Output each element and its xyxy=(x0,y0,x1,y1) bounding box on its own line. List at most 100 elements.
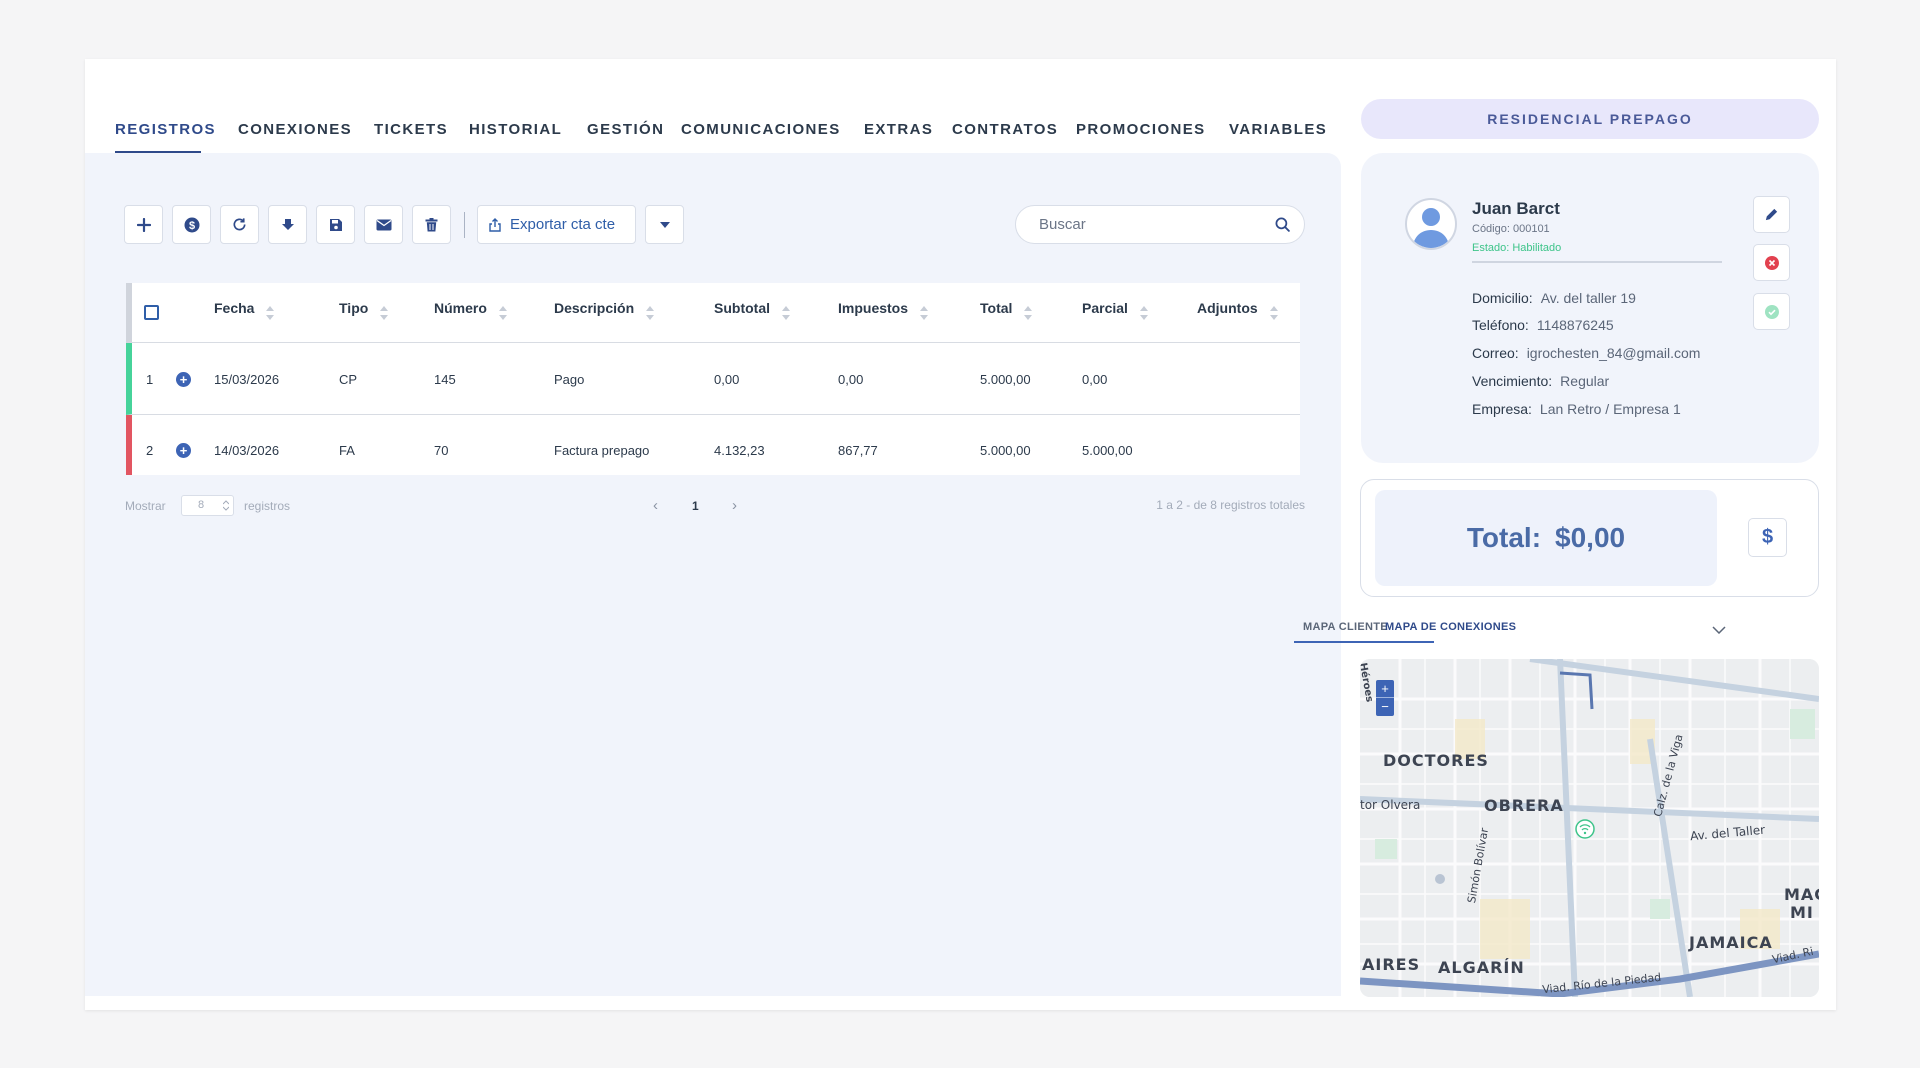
export-account-button[interactable]: Exportar cta cte xyxy=(477,205,637,244)
pencil-icon xyxy=(1765,208,1778,221)
tab-registros[interactable]: REGISTROS xyxy=(115,121,216,138)
tab-mapa-cliente[interactable]: MAPA CLIENTE xyxy=(1303,621,1388,633)
page-size-value: 8 xyxy=(198,499,205,511)
column-total[interactable]: Total xyxy=(980,300,1033,320)
total-display: Total: $0,00 xyxy=(1375,490,1717,586)
chevron-down-icon[interactable] xyxy=(1712,626,1726,634)
cell-total: 5.000,00 xyxy=(980,443,1031,458)
show-label: Mostrar xyxy=(125,499,166,513)
map-label-algarin: ALGARÍN xyxy=(1438,958,1525,977)
trash-icon xyxy=(425,217,438,231)
toolbar: $ Exportar cta cte xyxy=(124,205,685,244)
cell-total: 5.000,00 xyxy=(980,372,1031,387)
column-descripcion-label: Descripción xyxy=(554,300,635,316)
export-options-dropdown[interactable] xyxy=(645,205,685,244)
cell-tipo: FA xyxy=(339,443,355,458)
sort-icon xyxy=(1269,306,1279,322)
field-domicilio: Domicilio: Av. del taller 19 xyxy=(1472,290,1636,306)
enable-client-button[interactable] xyxy=(1753,293,1790,330)
plus-icon xyxy=(136,217,151,232)
cell-descripcion: Pago xyxy=(554,372,585,387)
zoom-out-button[interactable]: − xyxy=(1376,698,1394,716)
check-circle-icon xyxy=(1764,304,1779,319)
connections-map[interactable]: + − Héroes DOCTORES OBRERA tor Olvera Si… xyxy=(1360,659,1819,997)
refresh-icon xyxy=(233,218,246,231)
search-icon[interactable] xyxy=(1275,217,1290,232)
zoom-in-button[interactable]: + xyxy=(1376,680,1394,698)
map-label-jamaica: JAMAICA xyxy=(1689,933,1773,952)
share-icon xyxy=(489,217,501,232)
delete-button[interactable] xyxy=(412,205,451,244)
edit-client-button[interactable] xyxy=(1753,196,1790,233)
total-label: Total: xyxy=(1466,522,1542,553)
column-parcial-label: Parcial xyxy=(1082,300,1128,316)
divider xyxy=(1472,261,1722,263)
download-icon xyxy=(281,218,294,230)
column-fecha[interactable]: Fecha xyxy=(214,300,275,320)
column-adjuntos[interactable]: Adjuntos xyxy=(1197,300,1279,320)
tab-variables[interactable]: VARIABLES xyxy=(1229,121,1327,138)
tab-historial[interactable]: HISTORIAL xyxy=(469,121,562,138)
tab-extras[interactable]: EXTRAS xyxy=(864,121,933,138)
column-tipo-label: Tipo xyxy=(339,300,369,316)
tab-conexiones[interactable]: CONEXIONES xyxy=(238,121,352,138)
sort-icon xyxy=(1139,306,1149,322)
next-page-button[interactable]: › xyxy=(732,497,737,514)
tab-gestion[interactable]: GESTIÓN xyxy=(587,121,664,138)
current-page[interactable]: 1 xyxy=(692,499,699,513)
cell-impuestos: 867,77 xyxy=(838,443,878,458)
sort-icon xyxy=(498,306,508,322)
page-size-select[interactable]: 8 xyxy=(181,495,234,516)
column-tipo[interactable]: Tipo xyxy=(339,300,389,320)
select-all-checkbox[interactable] xyxy=(144,305,159,320)
column-subtotal[interactable]: Subtotal xyxy=(714,300,791,320)
field-telefono: Teléfono: 1148876245 xyxy=(1472,317,1614,333)
row-number: 1 xyxy=(146,372,154,387)
save-icon xyxy=(329,218,342,231)
sort-icon xyxy=(380,306,389,322)
tab-contratos[interactable]: CONTRATOS xyxy=(952,121,1058,138)
field-vencimiento: Vencimiento: Regular xyxy=(1472,373,1609,389)
column-fecha-label: Fecha xyxy=(214,300,255,316)
map-label-aires: AIRES xyxy=(1362,955,1421,974)
records-label: registros xyxy=(244,499,291,513)
client-name: Juan Barct xyxy=(1472,199,1560,218)
field-empresa: Empresa: Lan Retro / Empresa 1 xyxy=(1472,401,1681,417)
email-button[interactable] xyxy=(364,205,403,244)
save-button[interactable] xyxy=(316,205,355,244)
column-parcial[interactable]: Parcial xyxy=(1082,300,1149,320)
map-tab-indicator xyxy=(1294,641,1434,643)
payment-button[interactable]: $ xyxy=(172,205,211,244)
sort-icon xyxy=(920,306,929,322)
table-row[interactable]: 2 + 14/03/2026 FA 70 Factura prepago 4.1… xyxy=(126,415,1300,475)
search-input[interactable] xyxy=(1039,216,1275,233)
prev-page-button[interactable]: ‹ xyxy=(653,497,658,514)
disable-client-button[interactable] xyxy=(1753,244,1790,281)
tab-tickets[interactable]: TICKETS xyxy=(374,121,448,138)
dollar-coin-icon: $ xyxy=(184,217,199,232)
table-header: Fecha Tipo Número Descripción Subtotal I… xyxy=(126,283,1300,343)
column-numero-label: Número xyxy=(434,300,487,316)
column-descripcion[interactable]: Descripción xyxy=(554,300,655,320)
client-status: Estado: Habilitado xyxy=(1472,242,1562,254)
column-numero[interactable]: Número xyxy=(434,300,508,320)
tab-promociones[interactable]: PROMOCIONES xyxy=(1076,121,1206,138)
expand-row-icon[interactable]: + xyxy=(176,443,191,458)
tab-comunicaciones[interactable]: COMUNICACIONES xyxy=(681,121,841,138)
cell-descripcion: Factura prepago xyxy=(554,443,650,458)
expand-row-icon[interactable]: + xyxy=(176,372,191,387)
field-vencimiento-label: Vencimiento: xyxy=(1472,373,1553,389)
refresh-button[interactable] xyxy=(220,205,259,244)
toolbar-divider xyxy=(464,211,465,238)
cell-parcial: 5.000,00 xyxy=(1082,443,1133,458)
sort-icon xyxy=(1024,306,1033,322)
field-correo: Correo: igrochesten_84@gmail.com xyxy=(1472,345,1700,361)
column-impuestos[interactable]: Impuestos xyxy=(838,300,929,320)
table-row[interactable]: 1 + 15/03/2026 CP 145 Pago 0,00 0,00 5.0… xyxy=(126,343,1300,415)
pay-button[interactable]: $ xyxy=(1748,518,1787,557)
tab-mapa-conexiones[interactable]: MAPA DE CONEXIONES xyxy=(1385,621,1516,633)
cell-numero: 70 xyxy=(434,443,449,458)
add-button[interactable] xyxy=(124,205,163,244)
svg-text:$: $ xyxy=(188,220,194,232)
download-button[interactable] xyxy=(268,205,307,244)
